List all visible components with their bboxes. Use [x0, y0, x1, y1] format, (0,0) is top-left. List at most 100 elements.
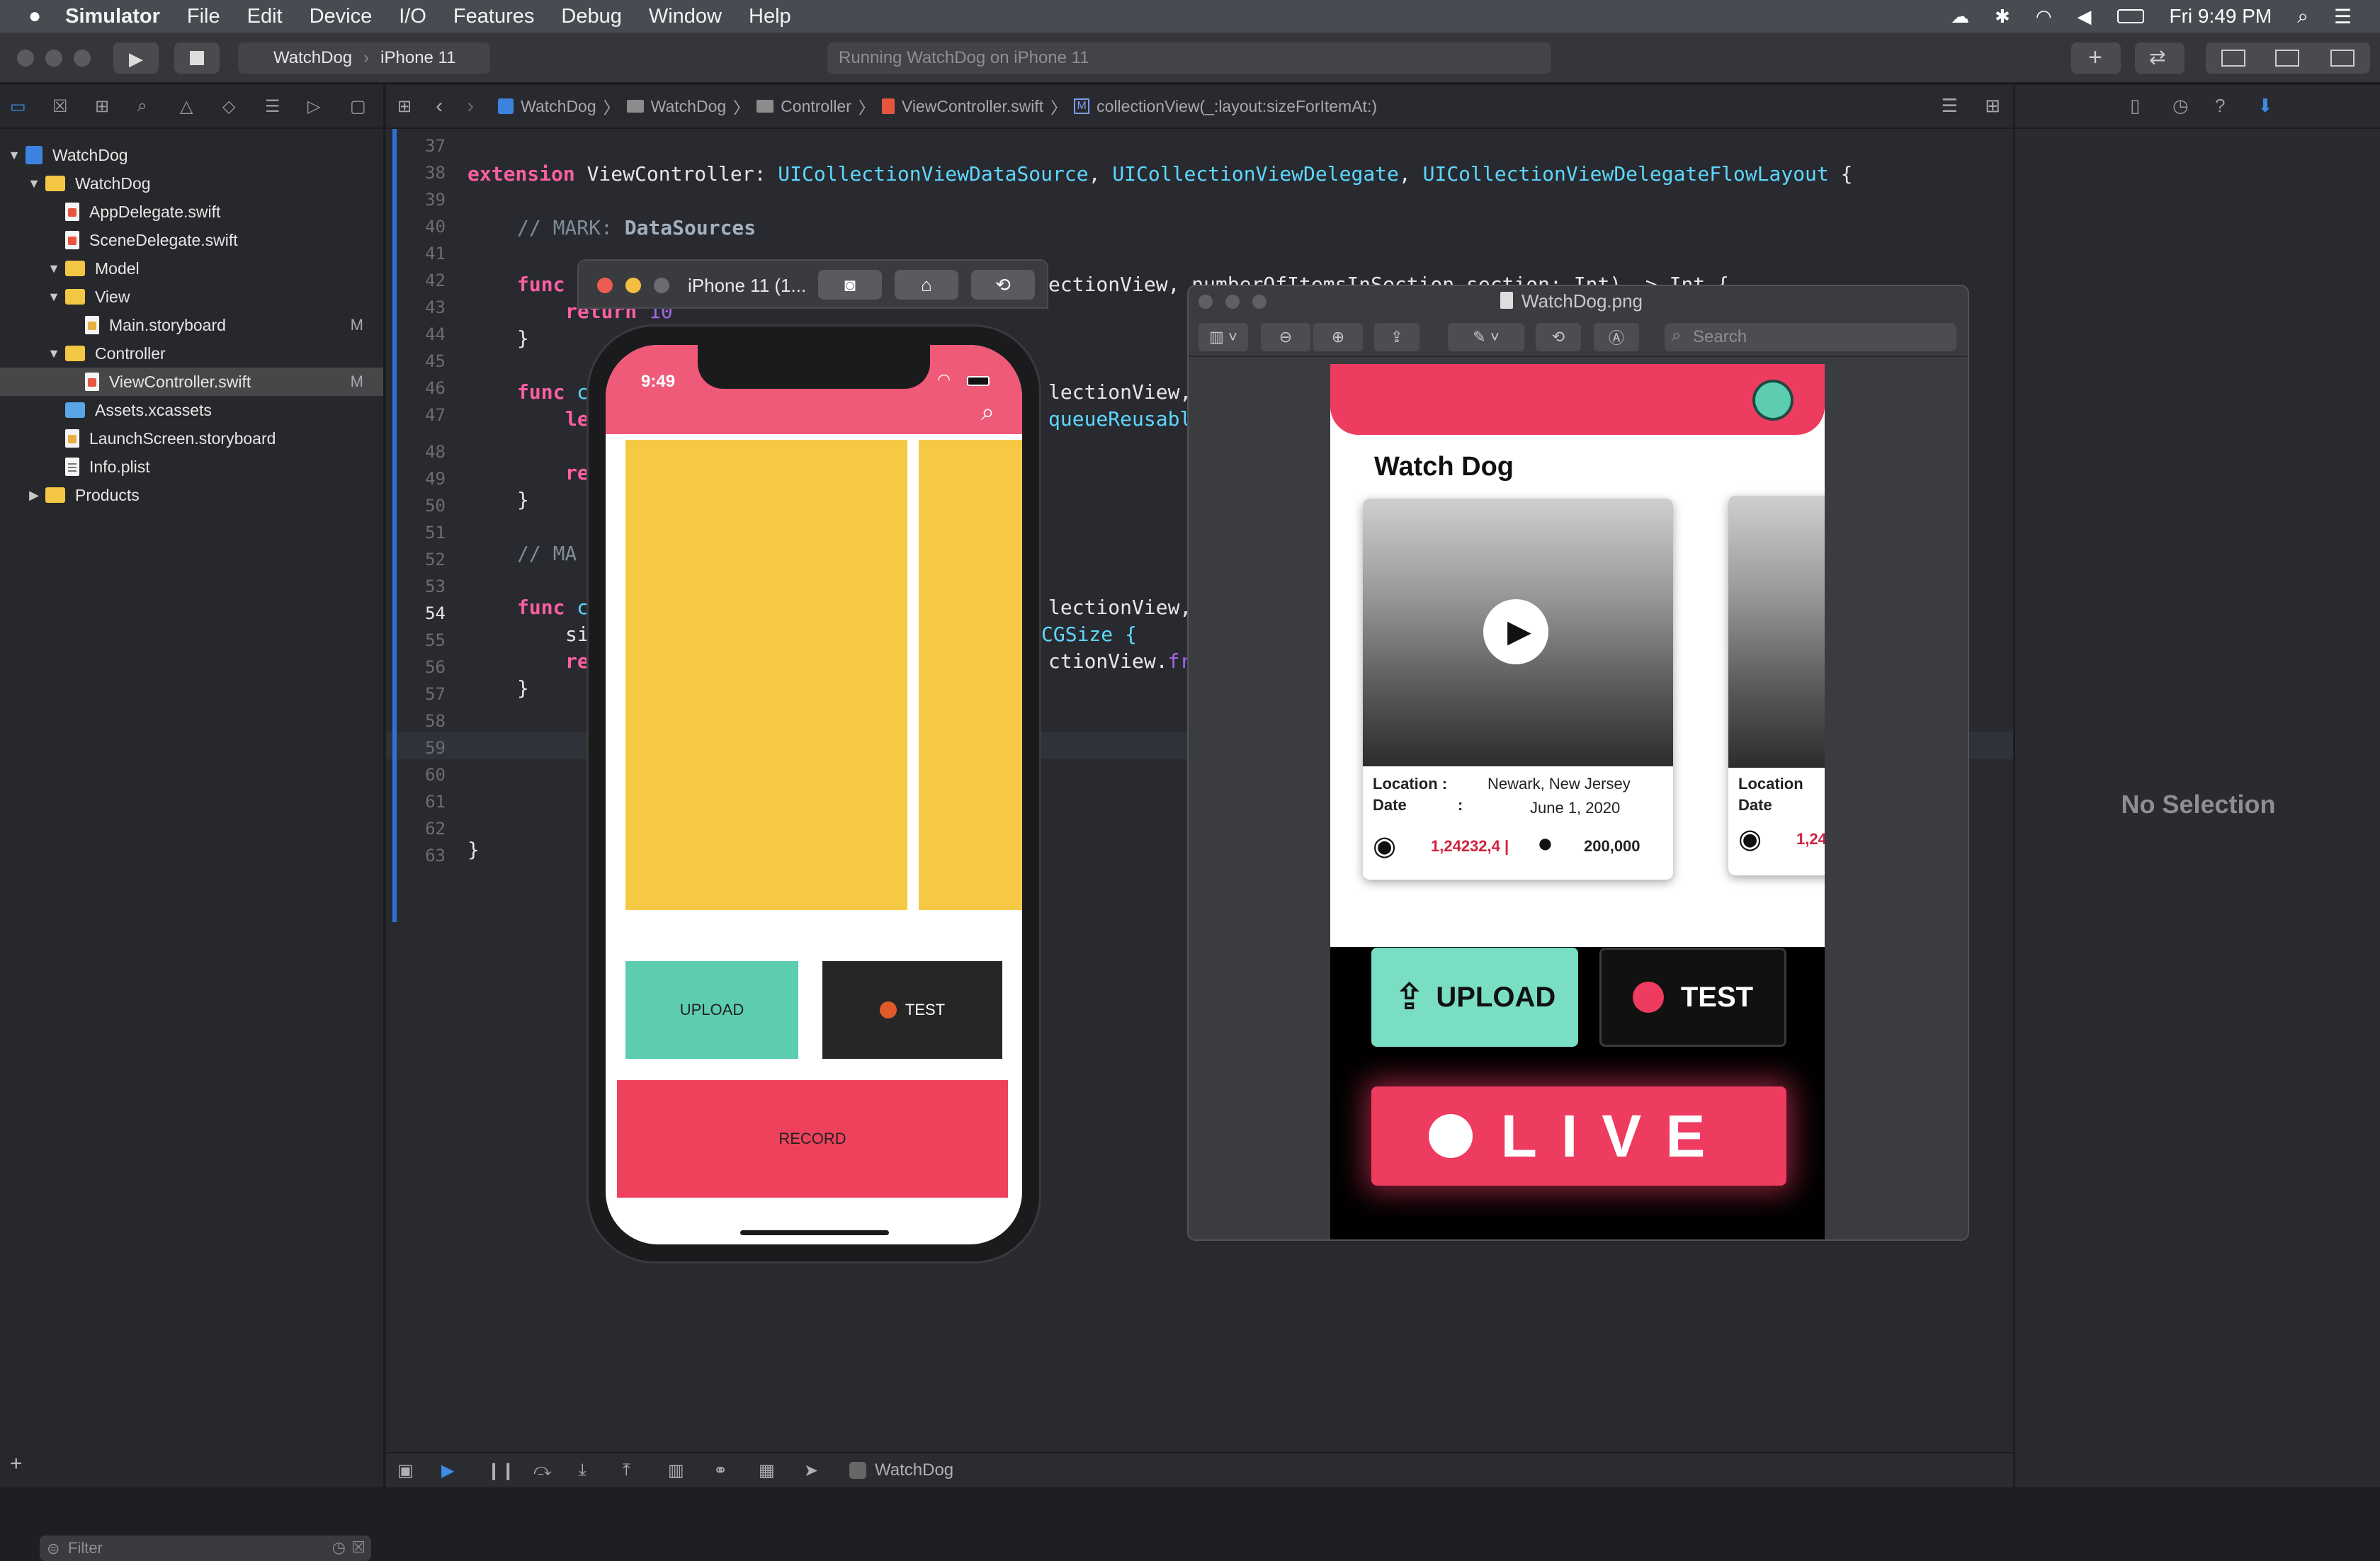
line-number[interactable]: 52 [386, 550, 446, 569]
crumb-file[interactable]: ViewController.swift [902, 97, 1043, 116]
share-button[interactable]: ⇪ [1374, 323, 1420, 351]
zoom-window-button[interactable] [74, 50, 91, 67]
back-icon[interactable]: ‹ [436, 94, 443, 118]
folder-tab-icon[interactable]: ▭ [10, 96, 31, 116]
navigator-item[interactable]: AppDelegate.swift [0, 198, 383, 226]
menu-edit[interactable]: Edit [247, 5, 283, 28]
add-file-icon[interactable]: + [10, 1452, 23, 1476]
line-number[interactable]: 62 [386, 819, 446, 839]
code-line-53[interactable]: func c [517, 596, 589, 619]
notification-center-icon[interactable]: ☰ [2334, 5, 2352, 28]
disclosure-triangle-icon[interactable]: ▼ [47, 346, 61, 361]
line-number[interactable]: 48 [386, 442, 446, 462]
line-number[interactable]: 57 [386, 684, 446, 704]
line-number[interactable]: 50 [386, 496, 446, 516]
preview-close-button[interactable] [1198, 295, 1213, 309]
navigator-item[interactable]: Main.storyboard M [0, 311, 383, 339]
preview-minimize-button[interactable] [1225, 295, 1240, 309]
toggle-navigator-icon[interactable] [2221, 50, 2245, 67]
run-button[interactable]: ▶ [113, 42, 159, 74]
phone-upload-button[interactable]: UPLOAD [625, 961, 798, 1059]
find-tab-icon[interactable]: ⌕ [137, 96, 159, 116]
code-line-61[interactable]: } [468, 838, 480, 861]
line-number[interactable]: 45 [386, 351, 446, 371]
navigator-item[interactable]: ViewController.swift M [0, 368, 383, 396]
breakpoints-toggle-icon[interactable]: ▶ [441, 1460, 454, 1481]
navigator-item[interactable]: SceneDelegate.swift [0, 226, 383, 254]
disclosure-triangle-icon[interactable]: ▼ [47, 261, 61, 276]
line-number[interactable]: 58 [386, 711, 446, 731]
navigator-item[interactable]: ▼ Model [0, 254, 383, 283]
line-number[interactable]: 63 [386, 846, 446, 865]
line-number[interactable]: 49 [386, 469, 446, 489]
collection-cell[interactable] [919, 440, 1022, 910]
code-line-53-tail[interactable]: lectionView, [1048, 596, 1191, 619]
sim-close-button[interactable] [597, 278, 613, 293]
bluetooth-icon[interactable]: ✱ [1995, 6, 2010, 28]
collection-cell[interactable] [625, 440, 907, 910]
rotate-image-button[interactable]: ⟲ [1536, 323, 1581, 351]
phone-record-button[interactable]: RECORD [617, 1080, 1008, 1198]
help-inspector-icon[interactable]: ? [2215, 95, 2225, 117]
line-number[interactable]: 54 [386, 603, 446, 623]
menu-help[interactable]: Help [749, 5, 791, 28]
report-tab-icon[interactable]: ▢ [350, 96, 371, 116]
scm-filter-icon[interactable]: ☒ [351, 1538, 366, 1557]
line-number[interactable]: 37 [386, 136, 446, 156]
line-number[interactable]: 51 [386, 523, 446, 543]
code-line-40[interactable]: // MARK: DataSources [517, 216, 756, 239]
line-number[interactable]: 56 [386, 657, 446, 677]
attributes-inspector-icon[interactable]: ⬇ [2257, 95, 2273, 117]
history-inspector-icon[interactable]: ◷ [2172, 95, 2189, 117]
line-number[interactable]: 53 [386, 577, 446, 596]
line-number[interactable]: 43 [386, 297, 446, 317]
disclosure-triangle-icon[interactable]: ▼ [47, 290, 61, 305]
navigator-item[interactable]: LaunchScreen.storyboard [0, 424, 383, 453]
menu-debug[interactable]: Debug [561, 5, 621, 28]
disclosure-triangle-icon[interactable]: ▶ [27, 488, 41, 503]
zoom-in-button[interactable]: ⊕ [1313, 323, 1363, 351]
code-line-51[interactable]: // MA [517, 542, 577, 565]
line-number[interactable]: 44 [386, 324, 446, 344]
code-line-54-tail[interactable]: CGSize { [1041, 623, 1137, 646]
clock[interactable]: Fri 9:49 PM [2170, 5, 2272, 28]
step-out-icon[interactable]: ⤒ [623, 1460, 630, 1480]
crumb-controller[interactable]: Controller [781, 97, 851, 116]
navigator-item[interactable]: ▼ WatchDog [0, 169, 383, 198]
crumb-project[interactable]: WatchDog [521, 97, 596, 116]
code-line-54[interactable]: si [565, 623, 589, 646]
markup-button[interactable]: Ⓐ [1594, 323, 1639, 351]
code-line-46[interactable]: func c [517, 380, 589, 404]
navigator-filter[interactable]: ⊜ Filter ◷ ☒ [40, 1536, 371, 1561]
menu-window[interactable]: Window [649, 5, 722, 28]
code-line-47-tail[interactable]: queueReusable [1048, 407, 1203, 431]
line-number[interactable]: 41 [386, 244, 446, 263]
line-number[interactable]: 40 [386, 217, 446, 237]
markup-pen-button[interactable]: ✎ ˅ [1448, 323, 1524, 351]
code-line-56[interactable]: } [517, 676, 529, 700]
code-line-55[interactable]: re [565, 649, 589, 673]
view-hierarchy-icon[interactable]: ▥ [668, 1460, 684, 1481]
disclosure-triangle-icon[interactable]: ▼ [27, 176, 41, 191]
disclosure-triangle-icon[interactable]: ▼ [7, 148, 21, 163]
preview-zoom-button[interactable] [1252, 295, 1266, 309]
line-number[interactable]: 61 [386, 792, 446, 812]
menu-file[interactable]: File [187, 5, 220, 28]
zoom-out-button[interactable]: ⊖ [1261, 323, 1310, 351]
hide-debug-icon[interactable]: ▣ [397, 1460, 414, 1481]
toggle-debug-area-icon[interactable] [2275, 50, 2299, 67]
step-over-icon[interactable]: ⤼ [533, 1460, 552, 1480]
line-number[interactable]: 47 [386, 405, 446, 425]
step-in-icon[interactable]: ⤓ [579, 1460, 586, 1480]
navigator-item[interactable]: ▼ Controller [0, 339, 383, 368]
screenshot-button[interactable]: ◙ [818, 270, 882, 300]
code-line-55-tail[interactable]: ctionView.fr [1048, 649, 1191, 673]
close-window-button[interactable] [17, 50, 34, 67]
library-button[interactable]: + [2071, 42, 2121, 74]
memory-graph-icon[interactable]: ⚭ [713, 1460, 727, 1481]
phone-test-button[interactable]: TEST [822, 961, 1002, 1059]
add-editor-icon[interactable]: ⊞ [1985, 95, 2000, 117]
line-number[interactable]: 39 [386, 190, 446, 210]
debug-tab-icon[interactable]: ☰ [265, 96, 286, 116]
menu-io[interactable]: I/O [399, 5, 426, 28]
